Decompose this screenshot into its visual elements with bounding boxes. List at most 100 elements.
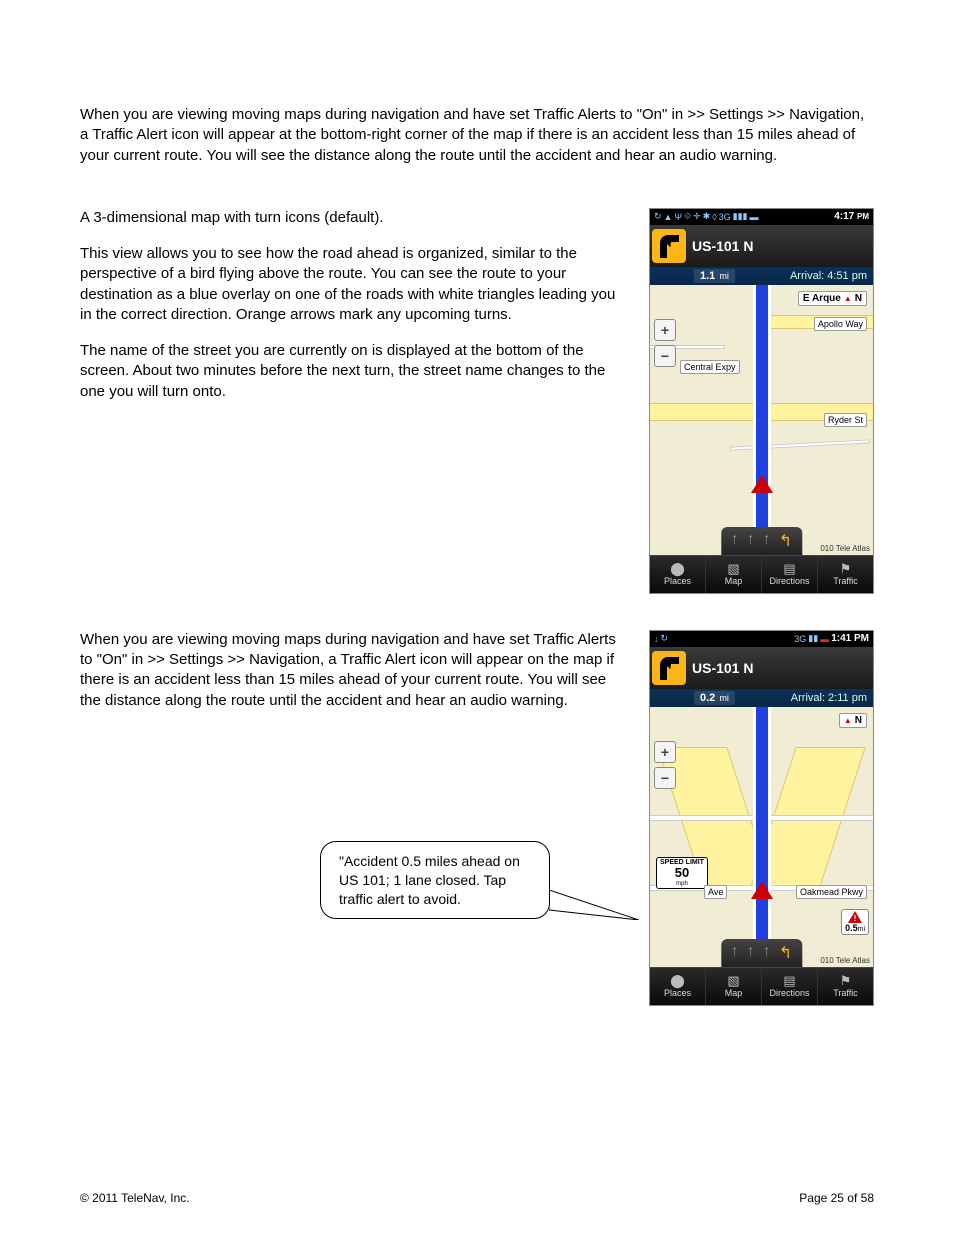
status-time: 4:17 PM [834,211,869,222]
section1-p2: This view allows you to see how the road… [80,244,631,325]
screenshot-traffic-alert: ↓ ↻ 3G ▮▮ ▬ 1:41 PM US-101 N 0.2 mi Arri… [649,630,874,1006]
lane-arrow-icon: ↑ [747,531,755,551]
current-position-icon [751,870,773,899]
status-bar: ↻ ▲ Ψ ⟐ ✛ ✱ ◊ 3G ▮▮▮ ▬ 4:17 PM [650,209,873,225]
lane-arrow-icon: ↑ [731,943,739,963]
arrival-time: Arrival: 2:11 pm [791,692,867,704]
street-label-central: Central Expy [680,360,740,374]
pin-icon: ⬤ [670,562,685,575]
section-3d-map: A 3-dimensional map with turn icons (def… [80,208,874,594]
street-label-ave: Ave [704,885,727,899]
street-label-oakmead: Oakmead Pkwy [796,885,867,899]
tab-directions[interactable]: ▤Directions [762,556,818,593]
svg-text:!: ! [854,914,857,923]
bottom-nav: ⬤Places ▧Map ▤Directions ⚑Traffic [650,555,873,593]
map-attribution: 010 Tele Atlas [820,544,870,553]
lane-arrow-icon: ↑ [747,943,755,963]
gps-icon: ✛ [693,211,701,222]
zoom-out-button[interactable]: − [654,767,676,789]
tab-map[interactable]: ▧Map [706,556,762,593]
road-name: US-101 N [692,238,873,254]
sync-icon: ↻ [654,211,662,222]
zoom-out-button[interactable]: − [654,345,676,367]
section1-text: A 3-dimensional map with turn icons (def… [80,208,631,594]
signal-icon: ▮▮▮ [733,211,748,222]
tab-traffic[interactable]: ⚑Traffic [818,968,873,1005]
street-label-apollo: Apollo Way [814,317,867,331]
status-bar: ↓ ↻ 3G ▮▮ ▬ 1:41 PM [650,631,873,647]
section2-p1: When you are viewing moving maps during … [80,630,631,711]
road-name: US-101 N [692,660,873,676]
copyright: © 2011 TeleNav, Inc. [80,1191,190,1205]
audio-warning-callout: "Accident 0.5 miles ahead on US 101; 1 l… [320,841,550,920]
list-icon: ▤ [783,974,795,987]
map-canvas[interactable]: ▲ N + − SPEED LIMIT 50 mph Ave Oakmead P… [650,707,873,967]
map-icon: ▧ [727,562,739,575]
traffic-icon: ⚑ [840,562,852,575]
turn-left-icon [652,229,686,263]
zoom-in-button[interactable]: + [654,319,676,341]
debug-icon: ⟐ [684,211,691,222]
warning-icon: ! [848,911,862,923]
info-row: 0.2 mi Arrival: 2:11 pm [650,689,873,707]
lane-arrow-active-icon: ↰ [779,531,792,551]
lane-guidance: ↑ ↑ ↑ ↰ [721,527,802,555]
page-number: Page 25 of 58 [799,1191,874,1205]
arrival-time: Arrival: 4:51 pm [790,270,867,282]
route-overlay [753,285,771,555]
callout-leader-line [549,880,639,920]
traffic-alert-badge[interactable]: ! 0.5mi [841,909,869,935]
bottom-nav: ⬤Places ▧Map ▤Directions ⚑Traffic [650,967,873,1005]
map-icon: ▧ [727,974,739,987]
screenshot-3d-map: ↻ ▲ Ψ ⟐ ✛ ✱ ◊ 3G ▮▮▮ ▬ 4:17 PM US-101 N [649,208,874,594]
lane-arrow-icon: ↑ [763,943,771,963]
navigation-header: US-101 N [650,647,873,689]
distance-to-turn: 1.1 mi [694,269,735,283]
zoom-in-button[interactable]: + [654,741,676,763]
lane-arrow-icon: ↑ [763,531,771,551]
download-icon: ↓ [654,634,659,644]
callout-text: "Accident 0.5 miles ahead on US 101; 1 l… [339,853,520,907]
tab-directions[interactable]: ▤Directions [762,968,818,1005]
traffic-icon: ⚑ [840,974,852,987]
map-attribution: 010 Tele Atlas [820,956,870,965]
navigation-header: US-101 N [650,225,873,267]
notif-icon: ▲ [664,212,673,222]
tab-places[interactable]: ⬤Places [650,556,706,593]
vibrate-icon: ◊ [712,212,716,222]
route-overlay [753,707,771,967]
turn-left-icon [652,651,686,685]
compass-indicator: ▲ N [839,713,867,728]
section-traffic-alert: When you are viewing moving maps during … [80,630,874,1006]
info-row: 1.1 mi Arrival: 4:51 pm [650,267,873,285]
list-icon: ▤ [783,562,795,575]
street-label-ryder: Ryder St [824,413,867,427]
page-footer: © 2011 TeleNav, Inc. Page 25 of 58 [80,1191,874,1205]
distance-to-turn: 0.2 mi [694,691,735,705]
battery-low-icon: ▬ [820,634,829,644]
3g-icon: 3G [719,212,731,222]
compass-indicator: E Arque ▲ N [798,291,867,306]
lane-arrow-active-icon: ↰ [779,943,792,963]
document-page: When you are viewing moving maps during … [0,0,954,1235]
sync-icon: ↻ [661,633,669,644]
lane-arrow-icon: ↑ [731,531,739,551]
lane-guidance: ↑ ↑ ↑ ↰ [721,939,802,967]
usb-icon: Ψ [674,212,682,222]
section1-p1: A 3-dimensional map with turn icons (def… [80,208,631,228]
section1-p3: The name of the street you are currently… [80,341,631,402]
tab-places[interactable]: ⬤Places [650,968,706,1005]
3g-icon: 3G [794,634,806,644]
status-time: 1:41 PM [831,633,869,644]
map-canvas[interactable]: E Arque ▲ N + − Apollo Way Central Expy … [650,285,873,555]
battery-icon: ▬ [750,212,759,222]
tab-map[interactable]: ▧Map [706,968,762,1005]
signal-icon: ▮▮ [808,633,818,644]
bluetooth-icon: ✱ [703,211,711,222]
pin-icon: ⬤ [670,974,685,987]
speed-limit-sign: SPEED LIMIT 50 mph [656,857,708,890]
intro-paragraph: When you are viewing moving maps during … [80,105,874,166]
tab-traffic[interactable]: ⚑Traffic [818,556,873,593]
section2-text: When you are viewing moving maps during … [80,630,631,920]
current-position-icon [751,464,773,493]
